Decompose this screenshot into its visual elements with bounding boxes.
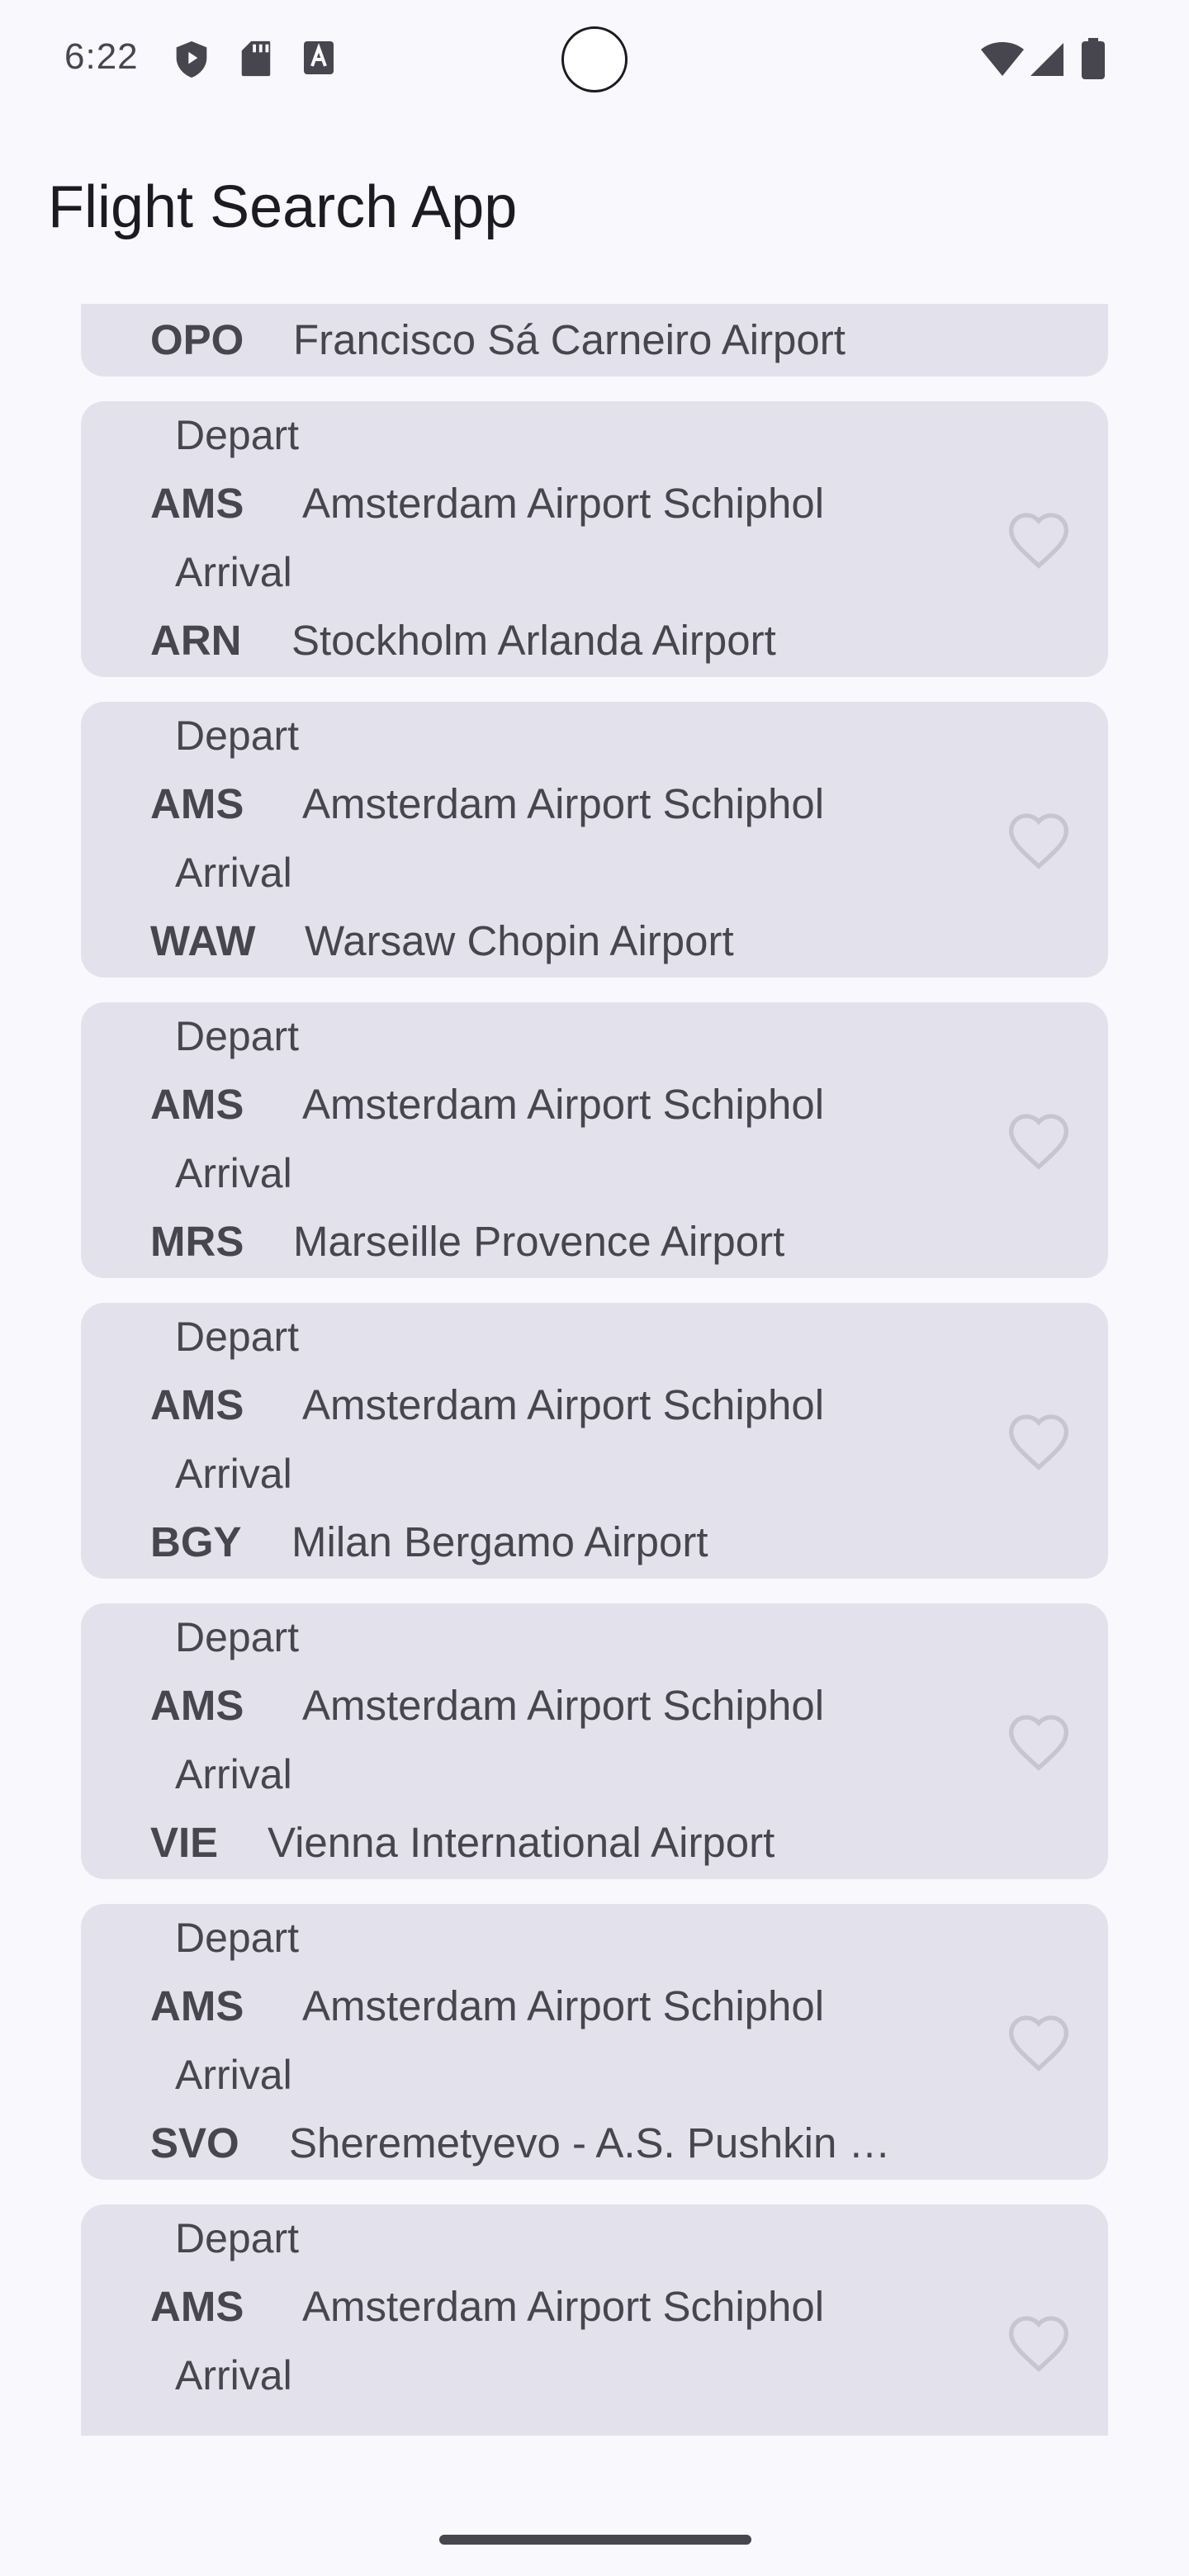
arrival-code: ARN bbox=[150, 617, 242, 664]
flight-card[interactable]: Depart AMS Amsterdam Airport SchipholArriv… bbox=[81, 2204, 1108, 2436]
favorite-heart-icon[interactable] bbox=[1006, 1108, 1072, 1174]
depart-airport-name: Amsterdam Airport Schiphol bbox=[302, 1081, 825, 1128]
arrival-code: OPO bbox=[150, 316, 244, 363]
arrival-airport-name: Sheremetyevo - A.S. Pushkin … bbox=[289, 2119, 891, 2166]
favorite-heart-icon[interactable] bbox=[1006, 507, 1072, 573]
flight-card[interactable]: Depart AMS Amsterdam Airport SchipholArriv… bbox=[81, 1904, 1108, 2180]
favorite-heart-icon[interactable] bbox=[1006, 2310, 1072, 2376]
font-a-icon bbox=[302, 40, 335, 80]
status-time: 6:22 bbox=[64, 36, 139, 77]
arrival-airport-name: Marseille Provence Airport bbox=[293, 1218, 785, 1265]
camera-cutout bbox=[561, 26, 628, 92]
depart-code: AMS bbox=[150, 480, 244, 527]
favorite-heart-icon[interactable] bbox=[1006, 2010, 1072, 2076]
depart-code: AMS bbox=[150, 780, 244, 827]
arrival-label: Arrival bbox=[175, 2052, 292, 2098]
flight-card[interactable]: Depart AMS Amsterdam Airport SchipholArriv… bbox=[81, 1002, 1108, 1278]
depart-label: Depart bbox=[175, 1614, 300, 1660]
depart-code: AMS bbox=[150, 2283, 244, 2330]
depart-airport-name: Amsterdam Airport Schiphol bbox=[302, 480, 825, 527]
flight-card[interactable]: Depart AMS Amsterdam Airport SchipholArriv… bbox=[81, 702, 1108, 978]
depart-label: Depart bbox=[175, 713, 300, 759]
depart-label: Depart bbox=[175, 2215, 300, 2261]
depart-airport-name: Amsterdam Airport Schiphol bbox=[302, 1381, 825, 1428]
arrival-label: Arrival bbox=[175, 1751, 292, 1797]
cell-signal-icon bbox=[1029, 41, 1065, 82]
wifi-icon bbox=[979, 41, 1026, 82]
depart-label: Depart bbox=[175, 1915, 300, 1961]
arrival-code: SVO bbox=[150, 2119, 239, 2166]
flight-card[interactable]: Depart AMS Amsterdam Airport SchipholArriv… bbox=[81, 1303, 1108, 1579]
shield-icon bbox=[173, 40, 210, 83]
flight-list[interactable]: DepartAMSAmsterdam Airport SchipholArriv… bbox=[0, 304, 1189, 2436]
page-title: Flight Search App bbox=[48, 174, 518, 240]
arrival-airport-name: Warsaw Chopin Airport bbox=[305, 917, 734, 964]
arrival-label: Arrival bbox=[175, 1451, 292, 1497]
arrival-code: MRS bbox=[150, 1218, 244, 1265]
arrival-code: BGY bbox=[150, 1518, 242, 1565]
flight-card[interactable]: Depart AMS Amsterdam Airport SchipholArriv… bbox=[81, 1603, 1108, 1879]
arrival-airport-name: Francisco Sá Carneiro Airport bbox=[293, 316, 846, 363]
arrival-airport-name: Vienna International Airport bbox=[268, 1819, 775, 1866]
arrival-airport-name: Milan Bergamo Airport bbox=[291, 1518, 708, 1565]
depart-label: Depart bbox=[175, 412, 300, 458]
depart-code: AMS bbox=[150, 1682, 244, 1729]
depart-label: Depart bbox=[175, 1314, 300, 1360]
depart-label: Depart bbox=[175, 1013, 300, 1059]
favorite-heart-icon[interactable] bbox=[1006, 807, 1072, 874]
depart-airport-name: Amsterdam Airport Schiphol bbox=[302, 2283, 825, 2330]
depart-code: AMS bbox=[150, 1982, 244, 2029]
favorite-heart-icon[interactable] bbox=[1006, 1709, 1072, 1775]
arrival-code: WAW bbox=[150, 917, 256, 964]
arrival-label: Arrival bbox=[175, 2352, 292, 2398]
status-bar: 6:22 bbox=[0, 0, 1189, 124]
arrival-airport-name: Stockholm Arlanda Airport bbox=[291, 617, 776, 664]
arrival-label: Arrival bbox=[175, 850, 292, 896]
sd-card-icon bbox=[239, 40, 272, 82]
depart-code: AMS bbox=[150, 1081, 244, 1128]
arrival-label: Arrival bbox=[175, 1150, 292, 1196]
flight-card[interactable]: DepartAMSAmsterdam Airport SchipholArriv… bbox=[81, 304, 1108, 376]
arrival-code: VIE bbox=[150, 1819, 219, 1866]
battery-icon bbox=[1082, 38, 1105, 83]
depart-airport-name: Amsterdam Airport Schiphol bbox=[302, 780, 825, 827]
depart-airport-name: Amsterdam Airport Schiphol bbox=[302, 1982, 825, 2029]
favorite-heart-icon[interactable] bbox=[1006, 1409, 1072, 1475]
flight-card[interactable]: Depart AMS Amsterdam Airport SchipholArriv… bbox=[81, 401, 1108, 677]
depart-airport-name: Amsterdam Airport Schiphol bbox=[302, 1682, 825, 1729]
depart-code: AMS bbox=[150, 1381, 244, 1428]
gesture-nav-bar[interactable] bbox=[439, 2535, 751, 2545]
arrival-label: Arrival bbox=[175, 549, 292, 595]
